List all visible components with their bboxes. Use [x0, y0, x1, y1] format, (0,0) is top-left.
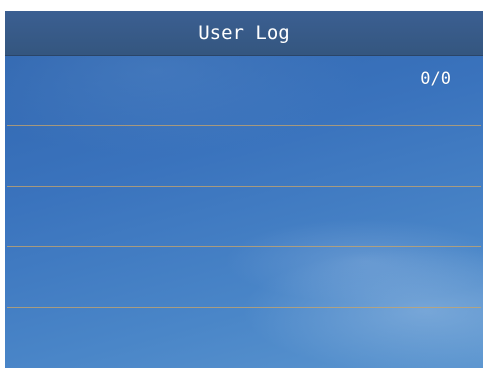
- log-row-4[interactable]: [5, 247, 483, 307]
- user-log-screen: User Log 0/0: [5, 11, 483, 368]
- log-row-3[interactable]: [5, 187, 483, 247]
- log-row-5[interactable]: [5, 308, 483, 368]
- title-bar: User Log: [5, 11, 483, 56]
- log-row-2[interactable]: [5, 126, 483, 186]
- log-row-1[interactable]: [5, 65, 483, 125]
- page-title: User Log: [198, 22, 290, 44]
